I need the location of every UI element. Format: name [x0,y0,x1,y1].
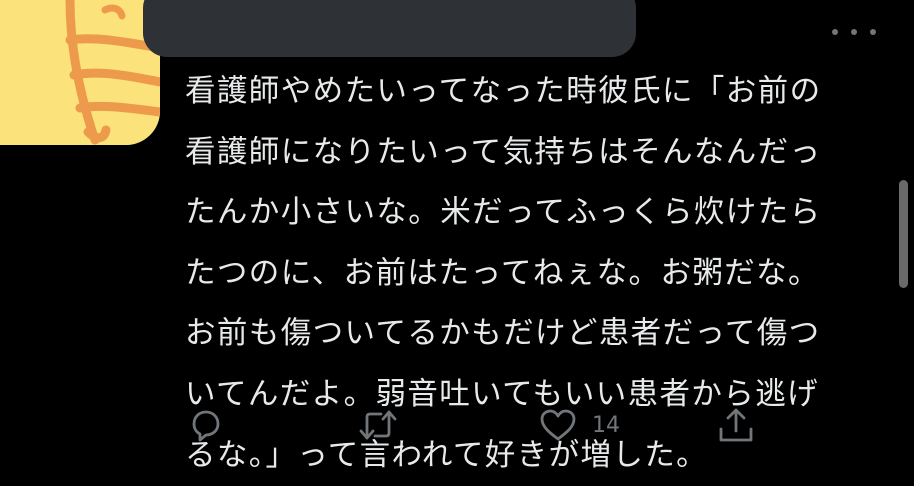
tweet-line: たんか小さいな。米だってふっくら炊けたら [185,195,822,231]
avatar[interactable] [0,0,160,145]
share-button[interactable] [716,403,756,447]
more-dot [832,29,838,35]
redacted-username [143,0,636,57]
tweet-line: 看護師やめたいってなった時彼氏に「お前の [185,74,822,109]
more-dot [851,29,857,35]
more-icon[interactable] [832,22,876,42]
reply-icon [192,410,220,442]
heart-icon [540,409,576,441]
retweet-icon [359,410,397,440]
tweet-actions: 14 [180,403,780,447]
more-dot [870,29,876,35]
share-icon [719,408,753,442]
like-button[interactable]: 14 [538,403,620,447]
tweet-line: 看護師になりたいって気持ちはそんなんだっ [185,134,822,170]
reply-button[interactable] [188,403,224,447]
retweet-button[interactable] [357,403,399,447]
tweet-line: たつのに、お前はたってねぇな。お粥だな。 [185,255,820,291]
tweet-line: お前も傷ついてるかもだけど患者だって傷つ [185,316,821,352]
avatar-illustration [0,0,160,145]
scrollbar-thumb[interactable] [899,180,908,288]
like-count: 14 [592,412,620,438]
